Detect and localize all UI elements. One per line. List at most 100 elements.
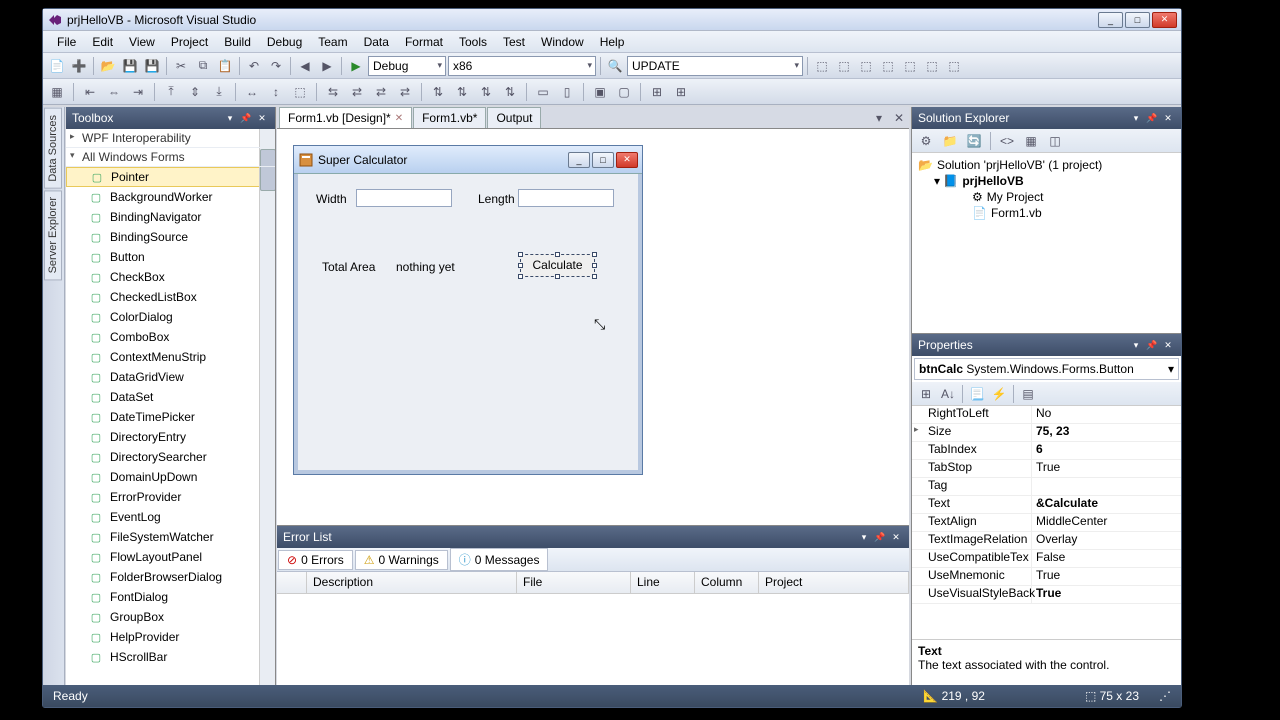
toolbox-item[interactable]: ▢CheckedListBox <box>66 287 275 307</box>
align-center-icon[interactable]: ⇔ <box>104 82 124 102</box>
tab-order-icon[interactable]: ⊞ <box>647 82 667 102</box>
same-width-icon[interactable]: ↔ <box>242 82 262 102</box>
se-diagram-icon[interactable]: ◫ <box>1045 131 1065 151</box>
redo-icon[interactable]: ↷ <box>266 56 286 76</box>
categorized-icon[interactable]: ⊞ <box>916 384 936 404</box>
width-textbox[interactable] <box>356 189 452 207</box>
se-refresh-icon[interactable]: 🔄 <box>964 131 984 151</box>
close-panel-icon[interactable]: ✕ <box>255 111 269 125</box>
hspace-dec-icon[interactable]: ⇄ <box>371 82 391 102</box>
align-bottom-icon[interactable]: ⤓ <box>209 82 229 102</box>
menu-build[interactable]: Build <box>216 33 259 51</box>
se-showall-icon[interactable]: 📁 <box>940 131 960 151</box>
close-tab-icon[interactable]: ✕ <box>395 113 403 124</box>
save-icon[interactable]: 💾 <box>120 56 140 76</box>
save-all-icon[interactable]: 💾 <box>142 56 162 76</box>
same-size-icon[interactable]: ⬚ <box>290 82 310 102</box>
hspace-inc-icon[interactable]: ⇄ <box>347 82 367 102</box>
warnings-filter[interactable]: ⚠0 Warnings <box>355 550 448 570</box>
toolbox-item[interactable]: ▢FlowLayoutPanel <box>66 547 275 567</box>
cut-icon[interactable]: ✂ <box>171 56 191 76</box>
property-row[interactable]: Size▸75, 23 <box>912 424 1181 442</box>
property-row[interactable]: Text&Calculate <box>912 496 1181 514</box>
resize-grip-icon[interactable]: ⋰ <box>1159 689 1171 703</box>
toolbox-item[interactable]: ▢DataSet <box>66 387 275 407</box>
menu-window[interactable]: Window <box>533 33 592 51</box>
tool-icon-1[interactable]: ⬚ <box>812 56 832 76</box>
el-col-project[interactable]: Project <box>759 572 909 593</box>
menu-view[interactable]: View <box>121 33 163 51</box>
toolbox-item[interactable]: ▢BackgroundWorker <box>66 187 275 207</box>
config-combo[interactable]: Debug <box>368 56 446 76</box>
vspace-equal-icon[interactable]: ⇅ <box>428 82 448 102</box>
solution-tree[interactable]: 📂Solution 'prjHelloVB' (1 project) ▾ 📘pr… <box>912 153 1181 333</box>
tool-icon-3[interactable]: ⬚ <box>856 56 876 76</box>
toolbox-item[interactable]: ▢Pointer <box>66 167 275 187</box>
project-node[interactable]: ▾ 📘prjHelloVB <box>918 173 1175 189</box>
toolbox-item[interactable]: ▢HelpProvider <box>66 627 275 647</box>
close-button[interactable]: ✕ <box>1152 12 1177 28</box>
same-height-icon[interactable]: ↕ <box>266 82 286 102</box>
width-label[interactable]: Width <box>316 192 347 206</box>
property-row[interactable]: RightToLeftNo <box>912 406 1181 424</box>
se-code-icon[interactable]: <> <box>997 131 1017 151</box>
messages-filter[interactable]: ⓘ0 Messages <box>450 548 549 571</box>
nav-back-icon[interactable]: ◀ <box>295 56 315 76</box>
se-properties-icon[interactable]: ⚙ <box>916 131 936 151</box>
se-close-icon[interactable]: ✕ <box>1161 111 1175 125</box>
property-row[interactable]: TextAlignMiddleCenter <box>912 514 1181 532</box>
align-mid-icon[interactable]: ⇕ <box>185 82 205 102</box>
platform-combo[interactable]: x86 <box>448 56 596 76</box>
toolbox-item[interactable]: ▢FileSystemWatcher <box>66 527 275 547</box>
menu-project[interactable]: Project <box>163 33 216 51</box>
toolbox-item[interactable]: ▢ComboBox <box>66 327 275 347</box>
my-project-node[interactable]: ⚙My Project <box>918 189 1175 205</box>
errors-filter[interactable]: ⊘0 Errors <box>278 550 353 570</box>
menu-test[interactable]: Test <box>495 33 533 51</box>
form1-node[interactable]: 📄Form1.vb <box>918 205 1175 221</box>
toolbox-item[interactable]: ▢Button <box>66 247 275 267</box>
open-icon[interactable]: 📂 <box>98 56 118 76</box>
pin-icon[interactable]: 📌 <box>239 111 253 125</box>
server-explorer-tab[interactable]: Server Explorer <box>44 190 62 280</box>
result-label[interactable]: nothing yet <box>396 260 455 274</box>
property-row[interactable]: UseMnemonicTrue <box>912 568 1181 586</box>
el-pin-icon[interactable]: 📌 <box>873 530 887 544</box>
toolbox-item[interactable]: ▢HScrollBar <box>66 647 275 667</box>
tool-icon-2[interactable]: ⬚ <box>834 56 854 76</box>
toolbox-item[interactable]: ▢DomainUpDown <box>66 467 275 487</box>
toolbox-item[interactable]: ▢GroupBox <box>66 607 275 627</box>
align-grid-icon[interactable]: ▦ <box>47 82 67 102</box>
props-icon[interactable]: 📃 <box>967 384 987 404</box>
toolbox-item[interactable]: ▢DateTimePicker <box>66 407 275 427</box>
paste-icon[interactable]: 📋 <box>215 56 235 76</box>
vspace-rem-icon[interactable]: ⇅ <box>500 82 520 102</box>
vspace-inc-icon[interactable]: ⇅ <box>452 82 472 102</box>
menu-team[interactable]: Team <box>310 33 355 51</box>
new-project-icon[interactable]: 📄 <box>47 56 67 76</box>
align-right-icon[interactable]: ⇥ <box>128 82 148 102</box>
toolbox-item[interactable]: ▢DirectoryEntry <box>66 427 275 447</box>
tool-icon-7[interactable]: ⬚ <box>944 56 964 76</box>
find-combo[interactable]: UPDATE <box>627 56 803 76</box>
tool-icon-6[interactable]: ⬚ <box>922 56 942 76</box>
vspace-dec-icon[interactable]: ⇅ <box>476 82 496 102</box>
menu-tools[interactable]: Tools <box>451 33 495 51</box>
toolbox-group[interactable]: All Windows Forms <box>66 148 275 167</box>
document-tab[interactable]: Form1.vb [Design]*✕ <box>279 107 412 128</box>
bring-front-icon[interactable]: ▣ <box>590 82 610 102</box>
alphabetical-icon[interactable]: A↓ <box>938 384 958 404</box>
hspace-equal-icon[interactable]: ⇆ <box>323 82 343 102</box>
toolbox-scrollbar[interactable] <box>259 129 275 685</box>
toolbox-item[interactable]: ▢FolderBrowserDialog <box>66 567 275 587</box>
property-row[interactable]: UseVisualStyleBackTrue <box>912 586 1181 604</box>
maximize-button[interactable]: □ <box>1125 12 1150 28</box>
menu-debug[interactable]: Debug <box>259 33 310 51</box>
length-textbox[interactable] <box>518 189 614 207</box>
property-row[interactable]: Tag <box>912 478 1181 496</box>
nav-fwd-icon[interactable]: ▶ <box>317 56 337 76</box>
menu-data[interactable]: Data <box>356 33 397 51</box>
toolbox-item[interactable]: ▢BindingNavigator <box>66 207 275 227</box>
menu-help[interactable]: Help <box>592 33 633 51</box>
properties-selector[interactable]: btnCalc System.Windows.Forms.Button ▾ <box>914 358 1179 380</box>
